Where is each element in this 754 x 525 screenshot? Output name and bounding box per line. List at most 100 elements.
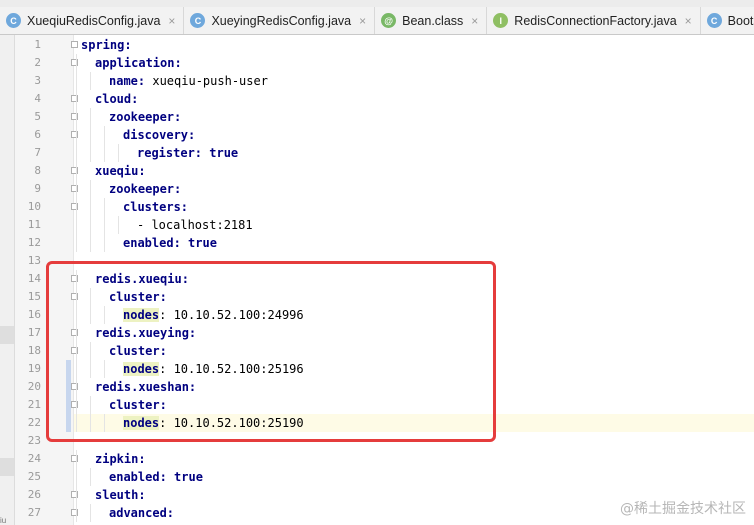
line-number: 1 [34, 38, 41, 51]
interface-icon: I [493, 13, 509, 28]
yaml-key: cloud: [95, 92, 139, 106]
tab-xueying-redis-config[interactable]: C XueyingRedisConfig.java × [184, 7, 376, 34]
line-number: 18 [27, 344, 41, 357]
yaml-value: - localhost:2181 [137, 218, 253, 232]
code-line[interactable]: 25 enabled: true [0, 468, 754, 486]
indent-guide [76, 90, 77, 108]
indent-guide [76, 468, 77, 486]
line-number: 26 [27, 488, 41, 501]
line-number: 2 [34, 56, 41, 69]
yaml-key: discovery: [123, 128, 196, 142]
line-number: 8 [34, 164, 41, 177]
code-line[interactable]: 9 zookeeper: [0, 180, 754, 198]
indent-guide [90, 504, 91, 522]
line-number: 27 [27, 506, 41, 519]
editor-tab-bar: C XueqiuRedisConfig.java × C XueyingRedi… [0, 7, 754, 35]
indent-guide [76, 108, 77, 126]
line-number: 13 [27, 254, 41, 267]
tab-label: RedisConnectionFactory.java [514, 13, 677, 28]
indent-guide [90, 144, 91, 162]
code-line[interactable]: 24 zipkin: [0, 450, 754, 468]
tab-bean-class[interactable]: @ Bean.class × [375, 7, 488, 34]
code-line[interactable]: 4 cloud: [0, 90, 754, 108]
code-line[interactable]: 10 clusters: [0, 198, 754, 216]
yaml-key: advanced: [109, 506, 175, 520]
indent-guide [118, 144, 119, 162]
close-icon[interactable]: × [359, 14, 366, 28]
yaml-key: zookeeper: [109, 110, 182, 124]
fold-icon[interactable] [71, 41, 78, 48]
code-text: - localhost:2181 [137, 216, 253, 234]
line-number: 17 [27, 326, 41, 339]
code-line[interactable]: 12 enabled: true [0, 234, 754, 252]
indent-guide [76, 450, 77, 468]
code-line[interactable]: 3 name: xueqiu-push-user [0, 72, 754, 90]
tab-xueqiu-redis-config[interactable]: C XueqiuRedisConfig.java × [0, 7, 185, 34]
indent-guide [118, 216, 119, 234]
code-line[interactable]: 2 application: [0, 54, 754, 72]
code-text: advanced: [109, 504, 174, 522]
line-number: 12 [27, 236, 41, 249]
indent-guide [90, 216, 91, 234]
tab-label: BootstrapTe [727, 13, 754, 28]
code-line[interactable]: 5 zookeeper: [0, 108, 754, 126]
code-text: spring: [81, 36, 132, 54]
code-line[interactable]: 6 discovery: [0, 126, 754, 144]
yaml-key: zipkin: [95, 452, 146, 466]
tab-bootstrap[interactable]: C BootstrapTe [701, 7, 754, 34]
close-icon[interactable]: × [168, 14, 175, 28]
code-text: zookeeper: [109, 108, 181, 126]
line-number: 3 [34, 74, 41, 87]
indent-guide [90, 108, 91, 126]
yaml-key: enabled: [123, 236, 181, 250]
indent-guide [76, 180, 77, 198]
class-icon: C [6, 13, 21, 28]
indent-guide [76, 72, 77, 90]
close-icon[interactable]: × [685, 14, 692, 28]
line-number: 25 [27, 470, 41, 483]
code-line[interactable]: 11 - localhost:2181 [0, 216, 754, 234]
yaml-value: true [180, 236, 217, 250]
code-text: enabled: true [123, 234, 217, 252]
code-line[interactable]: 7 register: true [0, 144, 754, 162]
tab-redis-connection-factory[interactable]: I RedisConnectionFactory.java × [487, 7, 701, 34]
line-number: 24 [27, 452, 41, 465]
yaml-key: zookeeper: [109, 182, 182, 196]
indent-guide [90, 126, 91, 144]
yaml-key: enabled: [109, 470, 167, 484]
code-text: zookeeper: [109, 180, 181, 198]
class-icon: C [190, 13, 206, 28]
indent-guide [104, 234, 105, 252]
line-number: 21 [27, 398, 41, 411]
line-number: 10 [27, 200, 41, 213]
indent-guide [104, 144, 105, 162]
yaml-value: true [166, 470, 203, 484]
yaml-key: sleuth: [95, 488, 146, 502]
code-text: sleuth: [95, 486, 146, 504]
yaml-key: spring: [81, 38, 132, 52]
line-number: 14 [27, 272, 41, 285]
class-icon: C [706, 13, 722, 28]
code-line[interactable]: 8 xueqiu: [0, 162, 754, 180]
code-text: application: [95, 54, 182, 72]
yaml-key: xueqiu: [95, 164, 146, 178]
tab-label: XueyingRedisConfig.java [211, 13, 352, 28]
code-text: name: xueqiu-push-user [109, 72, 268, 90]
code-text: discovery: [123, 126, 195, 144]
yaml-value: xueqiu-push-user [145, 74, 268, 88]
line-number: 19 [27, 362, 41, 375]
line-number: 22 [27, 416, 41, 429]
code-text: cloud: [95, 90, 138, 108]
indent-guide [76, 234, 77, 252]
line-number: 7 [34, 146, 41, 159]
indent-guide [76, 54, 77, 72]
indent-guide [104, 126, 105, 144]
close-icon[interactable]: × [471, 14, 478, 28]
indent-guide [76, 144, 77, 162]
line-number: 9 [34, 182, 41, 195]
code-line[interactable]: 1 spring: [0, 36, 754, 54]
indent-guide [104, 216, 105, 234]
tab-label: XueqiuRedisConfig.java [27, 13, 161, 28]
yaml-key: register: [137, 146, 203, 160]
yaml-key: clusters: [123, 200, 189, 214]
